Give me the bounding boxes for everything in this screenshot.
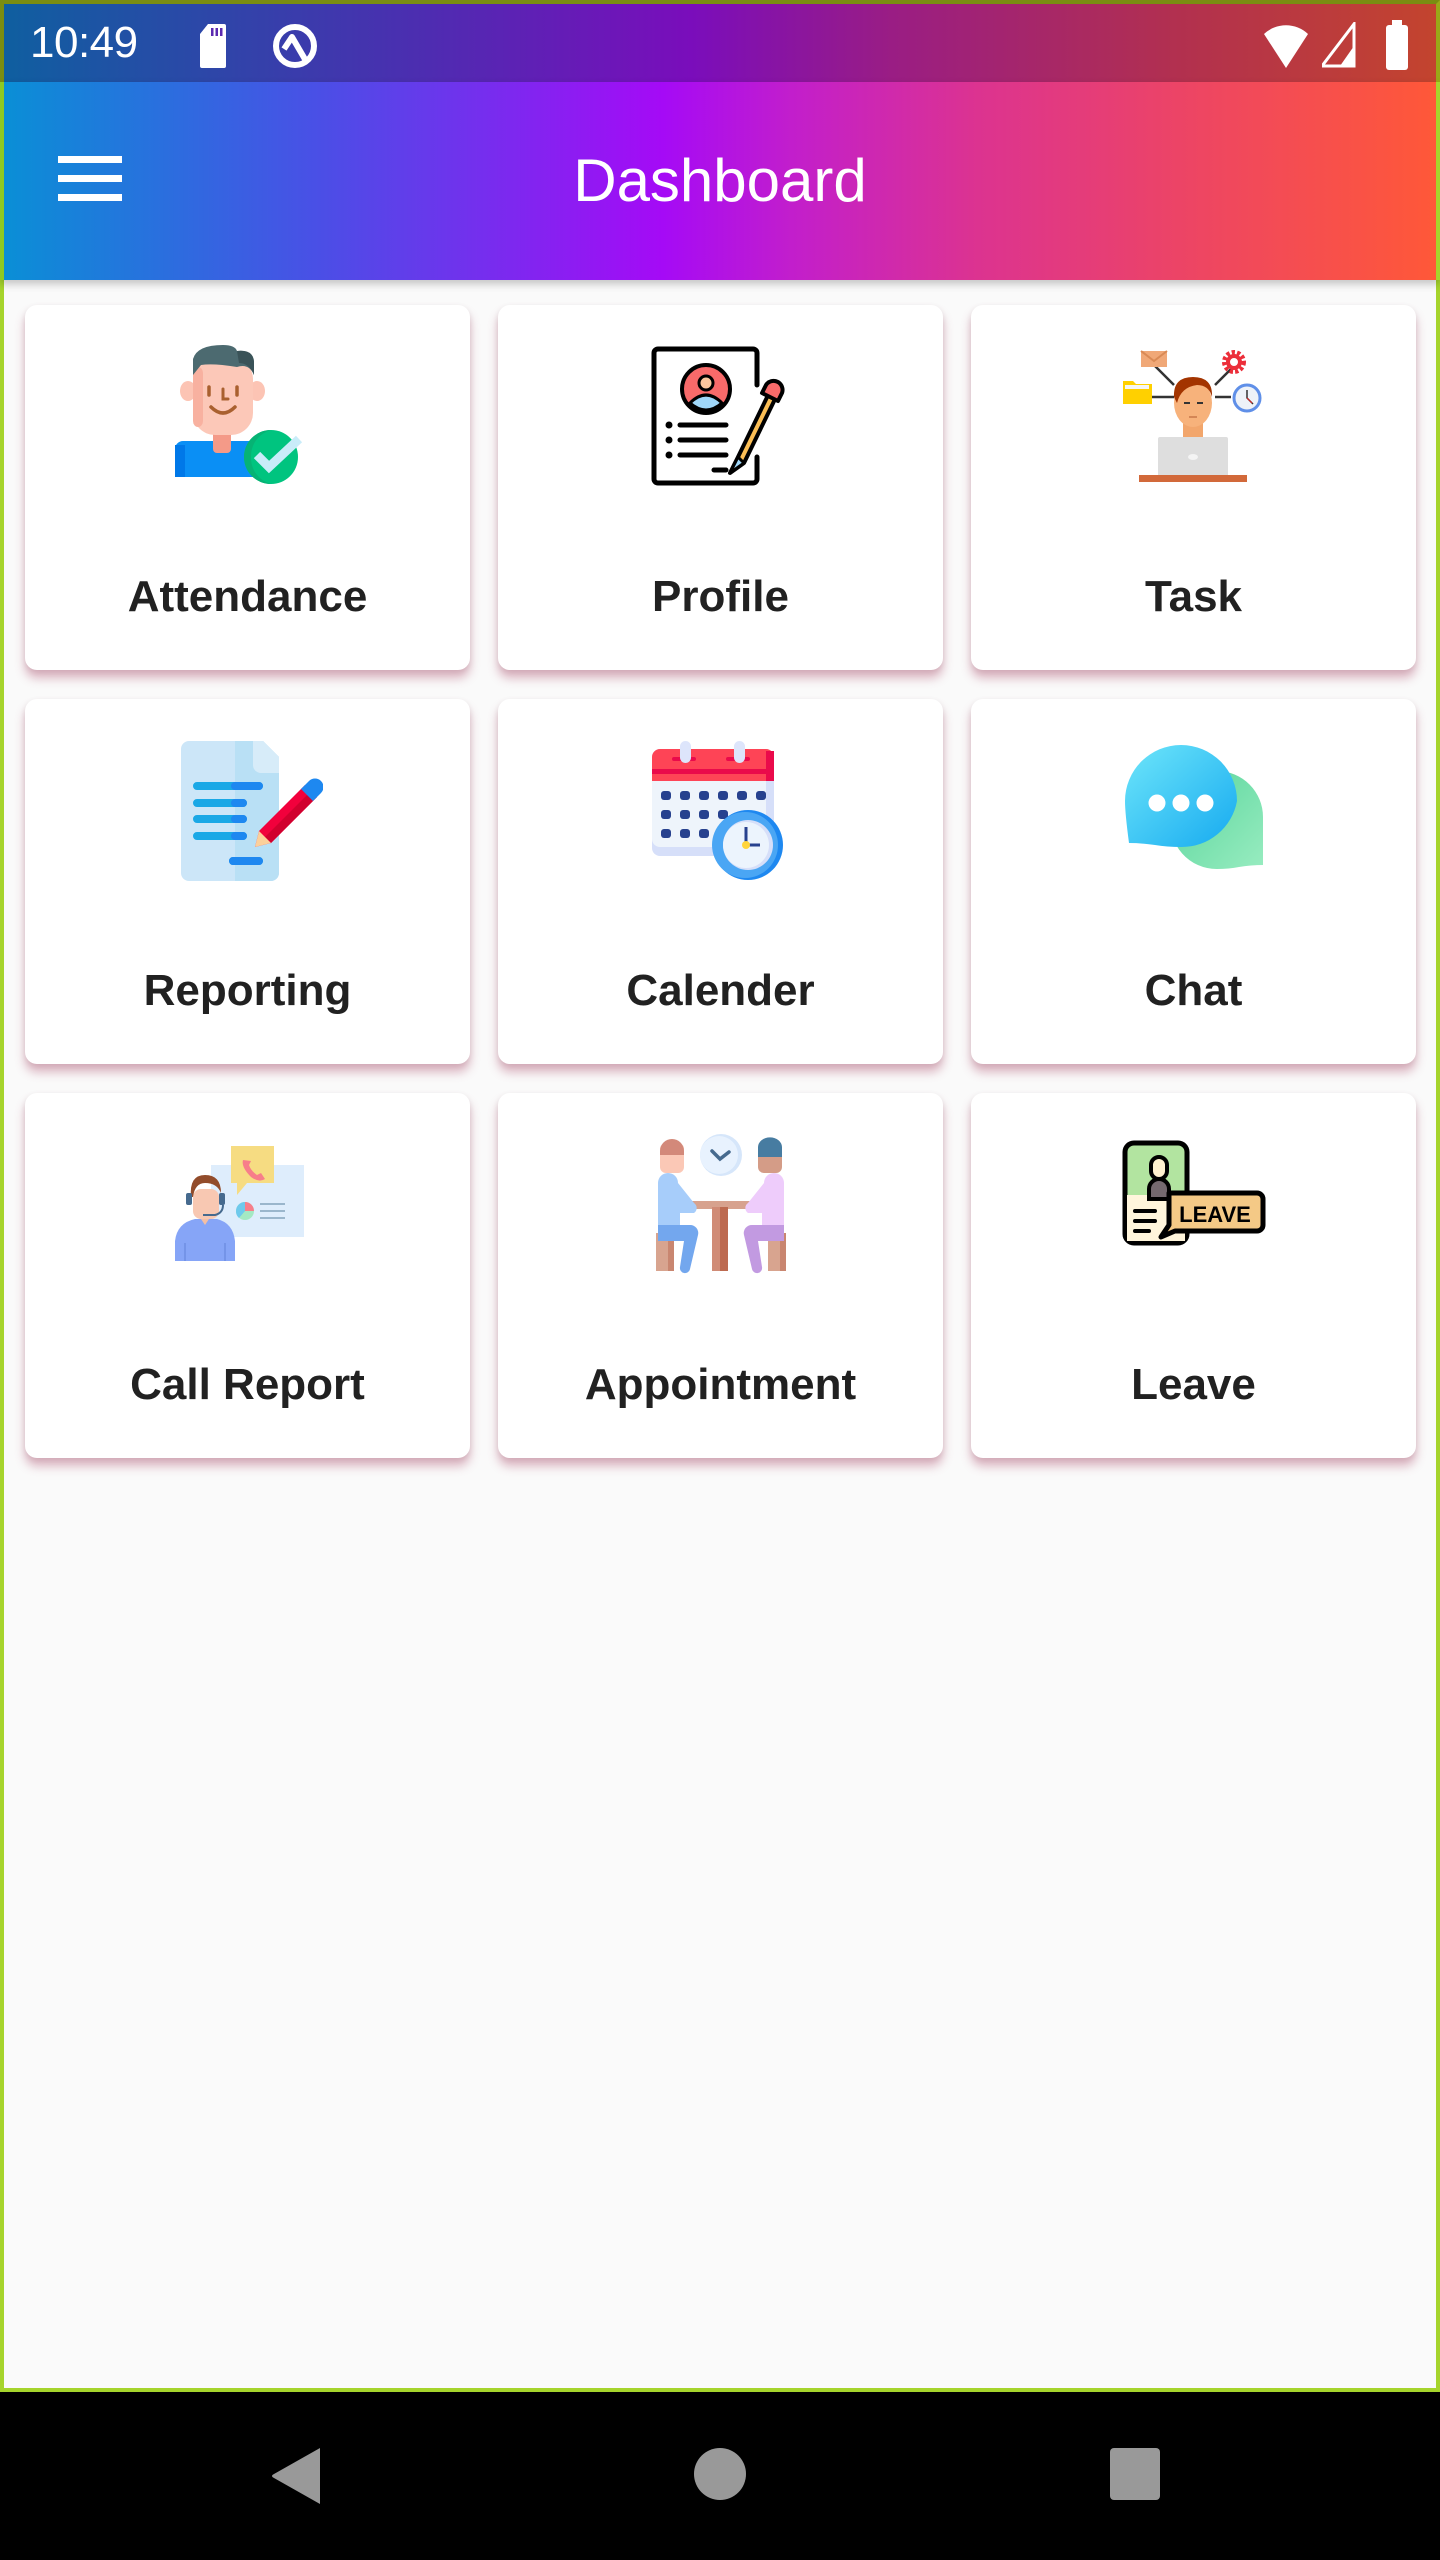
wifi-icon [1264,25,1308,68]
appointment-icon [646,1133,796,1283]
tile-appointment[interactable]: Appointment [498,1093,943,1458]
attendance-icon [173,345,323,495]
chat-icon [1119,739,1269,889]
status-bar: 10:49 [0,0,1440,82]
tile-profile[interactable]: Profile [498,305,943,670]
task-icon [1119,345,1269,495]
tile-leave[interactable]: LEAVE Leave [971,1093,1416,1458]
calendar-icon [646,739,796,889]
leave-icon: LEAVE [1119,1133,1269,1283]
tile-calendar[interactable]: Calender [498,699,943,1064]
tile-label: Attendance [127,572,368,621]
reporting-icon [173,739,323,889]
tile-chat[interactable]: Chat [971,699,1416,1064]
system-navigation-bar [0,2392,1440,2560]
dashboard-grid: Attendance Profile Task Reporting Calend… [25,305,1416,1458]
tile-label: Reporting [143,966,352,1015]
page-title: Dashboard [573,147,867,214]
tile-label: Task [1144,572,1243,621]
recents-button[interactable] [1108,2446,1162,2502]
tile-label: Calender [626,966,815,1015]
back-button[interactable] [270,2446,330,2506]
sd-card-icon [200,24,226,68]
battery-icon [1386,20,1408,70]
call-report-icon [173,1133,323,1283]
app-bar: Dashboard [0,82,1440,280]
tile-label: Profile [652,572,789,621]
cellular-signal-icon [1322,22,1356,68]
tile-label: Chat [1144,966,1243,1015]
profile-icon [646,345,796,495]
tile-label: Appointment [584,1360,857,1409]
q-notification-icon [273,24,317,68]
tile-attendance[interactable]: Attendance [25,305,470,670]
tile-label: Call Report [130,1360,365,1409]
status-time: 10:49 [30,18,138,67]
tile-task[interactable]: Task [971,305,1416,670]
home-button[interactable] [692,2446,748,2502]
tile-reporting[interactable]: Reporting [25,699,470,1064]
tile-label: Leave [1131,1360,1256,1409]
leave-badge-text: LEAVE [1179,1202,1251,1227]
tile-call-report[interactable]: Call Report [25,1093,470,1458]
